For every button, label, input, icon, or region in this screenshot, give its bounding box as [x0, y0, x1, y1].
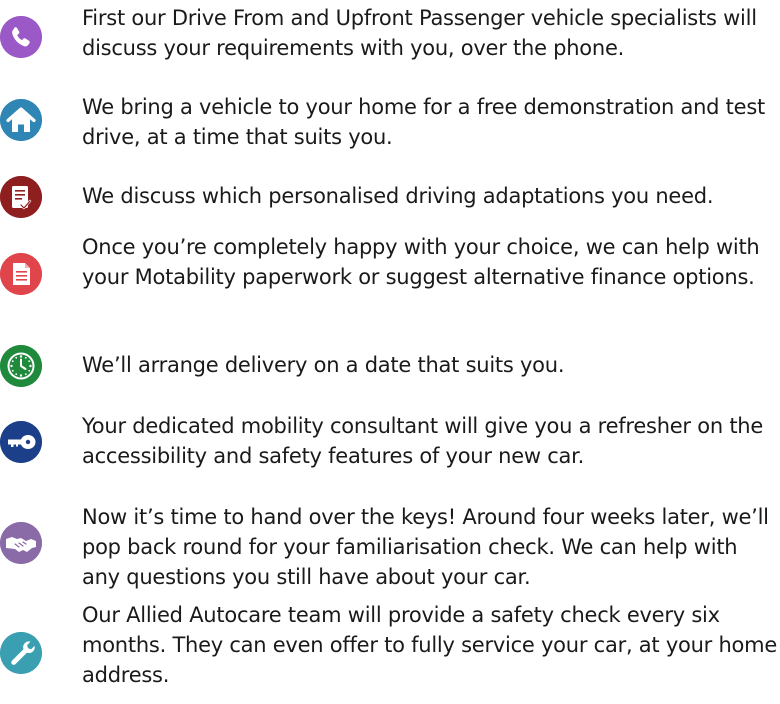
key-icon	[0, 421, 42, 463]
step-2-text: We bring a vehicle to your home for a fr…	[82, 95, 765, 149]
step-3-text: We discuss which personalised driving ad…	[82, 184, 714, 208]
handshake-icon	[0, 522, 42, 564]
step-1-text: First our Drive From and Upfront Passeng…	[82, 6, 757, 60]
checklist-icon	[0, 176, 42, 218]
wrench-icon	[0, 632, 42, 674]
home-icon	[0, 99, 42, 141]
step-7-text: Now it’s time to hand over the keys! Aro…	[82, 505, 769, 589]
step-5-text: We’ll arrange delivery on a date that su…	[82, 353, 565, 377]
step-4-text: Once you’re completely happy with your c…	[82, 235, 760, 289]
step-8-text: Our Allied Autocare team will provide a …	[82, 603, 778, 687]
document-icon	[0, 253, 42, 295]
clock-icon	[0, 345, 42, 387]
phone-icon	[0, 16, 42, 58]
step-6-text: Your dedicated mobility consultant will …	[82, 414, 764, 468]
